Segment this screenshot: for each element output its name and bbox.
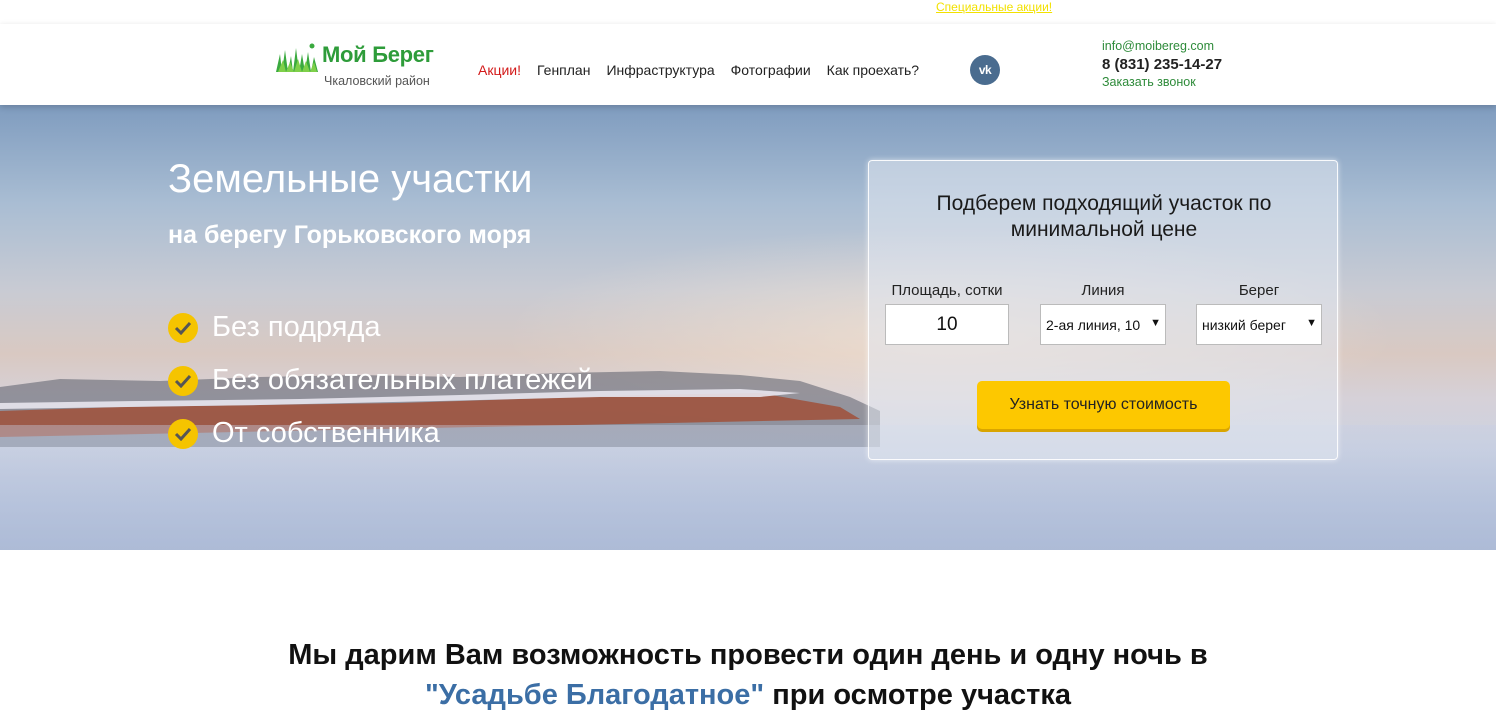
- gift-line-2: "Усадьбе Благодатное" при осмотре участк…: [0, 675, 1496, 715]
- nav-item-photos[interactable]: Фотографии: [731, 62, 811, 78]
- main-nav: Акции! Генплан Инфраструктура Фотографии…: [478, 62, 935, 78]
- nav-item-directions[interactable]: Как проехать?: [827, 62, 919, 78]
- benefits-list: Без подряда Без обязательных платежей От…: [168, 301, 593, 460]
- form-title: Подберем подходящий участок по минимальн…: [936, 192, 1272, 241]
- email-link[interactable]: info@moibereg.com: [1102, 39, 1222, 53]
- vk-icon[interactable]: vk: [970, 55, 1000, 85]
- benefit-item: Без обязательных платежей: [168, 354, 593, 407]
- chevron-down-icon: ▼: [1150, 317, 1161, 329]
- chevron-down-icon: ▼: [1306, 317, 1317, 329]
- gift-line-1: Мы дарим Вам возможность провести один д…: [288, 639, 1208, 671]
- nav-item-infrastructure[interactable]: Инфраструктура: [606, 62, 714, 78]
- line-label: Линия: [1081, 282, 1125, 299]
- shore-label: Берег: [1238, 282, 1280, 299]
- area-label: Площадь, сотки: [891, 282, 1003, 299]
- logo-title: Мой Берег: [322, 42, 434, 67]
- phone-number[interactable]: 8 (831) 235-14-27: [1102, 56, 1222, 73]
- check-icon: [168, 365, 198, 396]
- benefit-text: От собственника: [212, 417, 440, 449]
- contacts: info@moibereg.com 8 (831) 235-14-27 Зака…: [1102, 39, 1222, 89]
- logo-subtitle: Чкаловский район: [324, 74, 430, 88]
- nav-item-plan[interactable]: Генплан: [537, 62, 590, 78]
- grass-logo-icon: [276, 43, 318, 72]
- shore-select[interactable]: низкий берег ▼: [1196, 304, 1322, 345]
- header: Мой Берег Чкаловский район Акции! Генпла…: [0, 24, 1496, 105]
- special-offers-link[interactable]: Специальные акции!: [936, 0, 1052, 14]
- benefit-text: Без подряда: [212, 311, 381, 343]
- hero-title: Земельные участки: [168, 157, 533, 201]
- promo-strip: Специальные акции!: [0, 0, 1496, 24]
- hero-subtitle: на берегу Горьковского моря: [168, 221, 532, 249]
- get-price-button[interactable]: Узнать точную стоимость: [977, 381, 1230, 429]
- check-icon: [168, 312, 198, 343]
- hero: Земельные участки на берегу Горьковского…: [0, 105, 1496, 550]
- line-select-value: 2-ая линия, 10: [1046, 316, 1141, 333]
- check-icon: [168, 418, 198, 449]
- line-select[interactable]: 2-ая линия, 10 ▼: [1040, 304, 1166, 345]
- nav-item-promotions[interactable]: Акции!: [478, 62, 521, 78]
- gift-line-2-rest: при осмотре участка: [764, 679, 1072, 711]
- benefit-item: От собственника: [168, 407, 593, 460]
- benefit-text: Без обязательных платежей: [212, 364, 593, 396]
- shore-select-value: низкий берег: [1202, 316, 1286, 333]
- price-form: Подберем подходящий участок по минимальн…: [868, 160, 1338, 460]
- callback-link[interactable]: Заказать звонок: [1102, 75, 1222, 89]
- logo[interactable]: Мой Берег Чкаловский район: [276, 40, 451, 92]
- estate-link[interactable]: "Усадьбе Благодатное": [425, 679, 764, 711]
- gift-offer: Мы дарим Вам возможность провести один д…: [0, 635, 1496, 715]
- benefit-item: Без подряда: [168, 301, 593, 354]
- area-input[interactable]: 10: [885, 304, 1009, 345]
